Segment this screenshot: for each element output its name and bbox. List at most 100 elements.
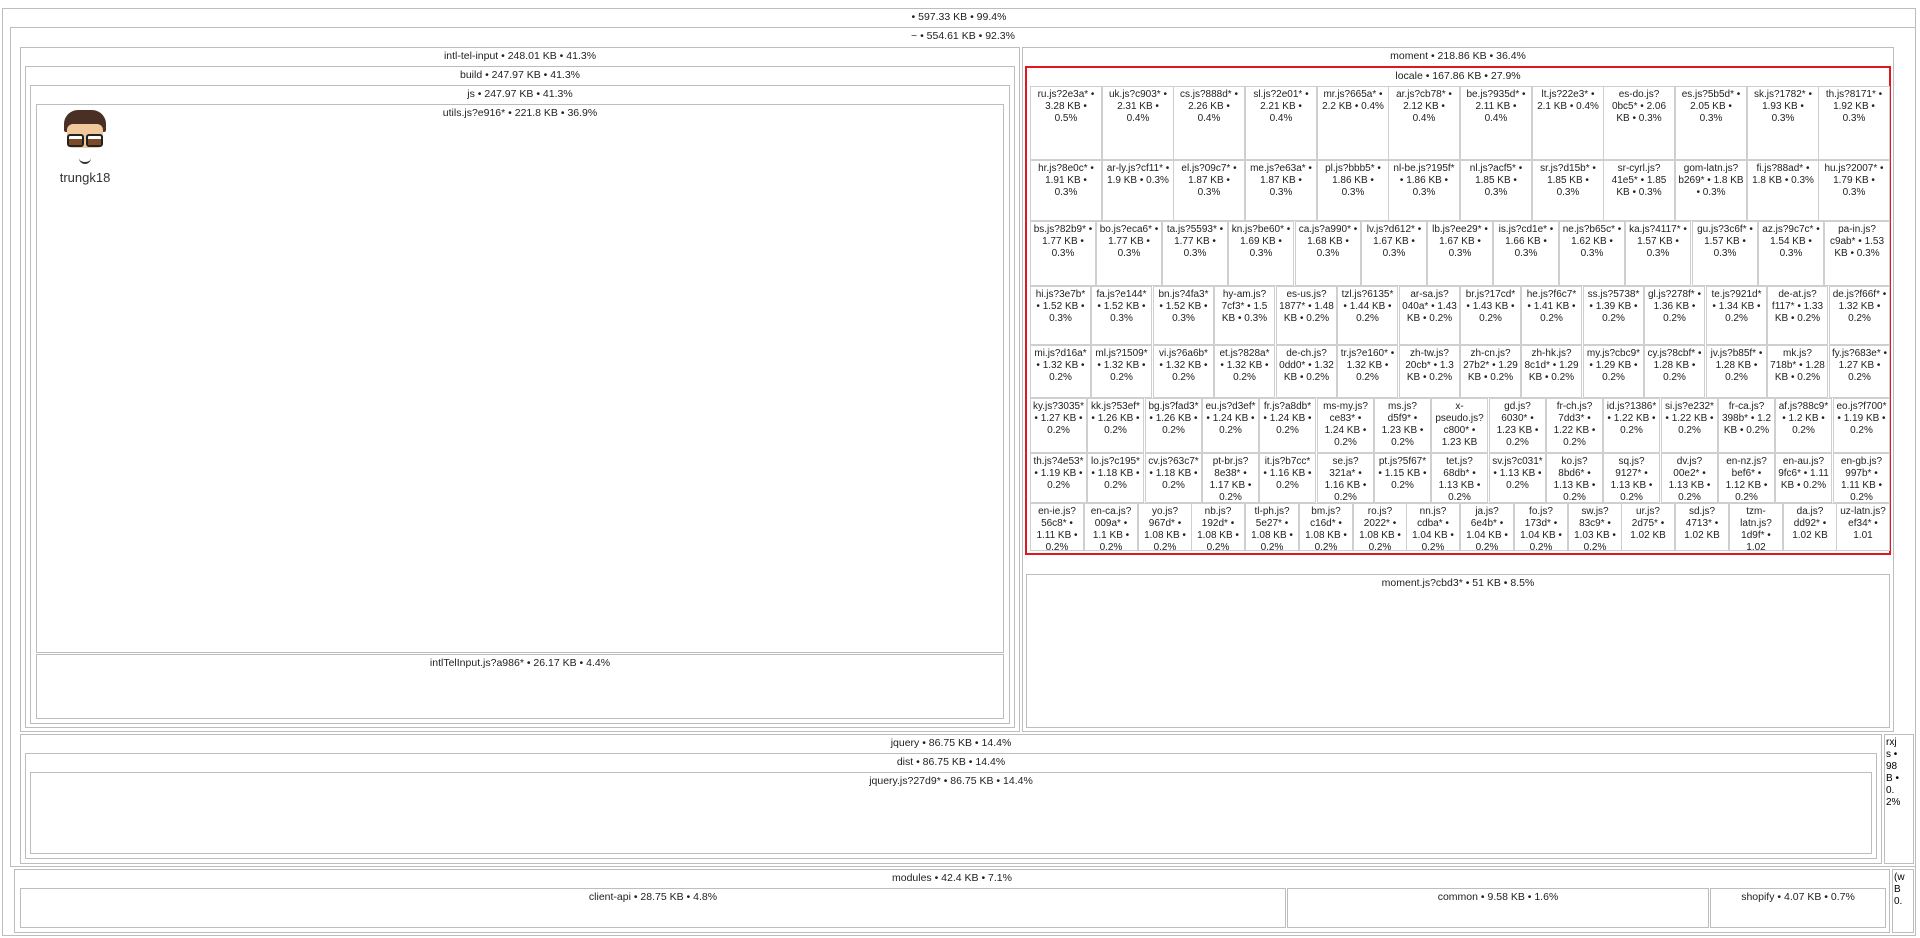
- client-api-node[interactable]: client-api • 28.75 KB • 4.8%: [20, 888, 1286, 928]
- locale-file-cell[interactable]: nb.js?192d* • 1.08 KB • 0.2%: [1191, 503, 1245, 551]
- locale-file-cell[interactable]: de-at.js?f117* • 1.33 KB • 0.2%: [1767, 286, 1828, 345]
- locale-file-cell[interactable]: nl.js?acf5* • 1.85 KB • 0.3%: [1460, 160, 1532, 221]
- locale-file-cell[interactable]: ro.js?2022* • 1.08 KB • 0.2%: [1353, 503, 1407, 551]
- locale-file-cell[interactable]: cy.js?8cbf* • 1.28 KB • 0.2%: [1644, 345, 1705, 398]
- locale-file-cell[interactable]: bg.js?fad3* • 1.26 KB • 0.2%: [1145, 398, 1202, 453]
- locale-file-cell[interactable]: pl.js?bbb5* • 1.86 KB • 0.3%: [1317, 160, 1389, 221]
- locale-file-cell[interactable]: hr.js?8e0c* • 1.91 KB • 0.3%: [1030, 160, 1102, 221]
- locale-file-cell[interactable]: en-ie.js?56c8* • 1.11 KB • 0.2%: [1030, 503, 1084, 551]
- rxjs-node[interactable]: rxjs • 98 B • 0.2%: [1884, 734, 1914, 864]
- locale-file-cell[interactable]: lo.js?c195* • 1.18 KB • 0.2%: [1087, 453, 1144, 503]
- locale-file-cell[interactable]: tzl.js?6135* • 1.44 KB • 0.2%: [1337, 286, 1398, 345]
- locale-file-cell[interactable]: cs.js?888d* • 2.26 KB • 0.4%: [1173, 86, 1245, 160]
- intltelinput-node[interactable]: intlTelInput.js?a986* • 26.17 KB • 4.4%: [36, 654, 1004, 719]
- locale-file-cell[interactable]: sk.js?1782* • 1.93 KB • 0.3%: [1747, 86, 1819, 160]
- locale-file-cell[interactable]: es.js?5b5d* • 2.05 KB • 0.3%: [1675, 86, 1747, 160]
- locale-file-cell[interactable]: tet.js?68db* • 1.13 KB • 0.2%: [1431, 453, 1488, 503]
- locale-file-cell[interactable]: da.js?dd92* • 1.02 KB: [1783, 503, 1837, 551]
- locale-file-cell[interactable]: ml.js?1509* • 1.32 KB • 0.2%: [1091, 345, 1152, 398]
- moment-js-node[interactable]: moment.js?cbd3* • 51 KB • 8.5%: [1026, 574, 1890, 728]
- locale-file-cell[interactable]: be.js?935d* • 2.11 KB • 0.4%: [1460, 86, 1532, 160]
- locale-file-cell[interactable]: en-au.js?9fc6* • 1.11 KB • 0.2%: [1775, 453, 1832, 503]
- locale-file-cell[interactable]: dv.js?00e2* • 1.13 KB • 0.2%: [1661, 453, 1718, 503]
- locale-file-cell[interactable]: x-pseudo.js?c800* • 1.23 KB: [1431, 398, 1488, 453]
- locale-file-cell[interactable]: si.js?e232* • 1.22 KB • 0.2%: [1661, 398, 1718, 453]
- locale-file-cell[interactable]: pt-br.js?8e38* • 1.17 KB • 0.2%: [1202, 453, 1259, 503]
- locale-file-cell[interactable]: nl-be.js?195f* • 1.86 KB • 0.3%: [1388, 160, 1460, 221]
- utils-node[interactable]: utils.js?e916* • 221.8 KB • 36.9%: [36, 104, 1004, 653]
- locale-file-cell[interactable]: fr-ca.js?398b* • 1.2 KB • 0.2%: [1718, 398, 1775, 453]
- locale-file-cell[interactable]: it.js?b7cc* • 1.16 KB • 0.2%: [1259, 453, 1316, 503]
- locale-file-cell[interactable]: ms-my.js?ce83* • 1.24 KB • 0.2%: [1317, 398, 1374, 453]
- locale-file-cell[interactable]: nn.js?cdba* • 1.04 KB • 0.2%: [1406, 503, 1460, 551]
- locale-file-cell[interactable]: sr-cyrl.js?41e5* • 1.85 KB • 0.3%: [1603, 160, 1675, 221]
- locale-file-cell[interactable]: de.js?f66f* • 1.32 KB • 0.2%: [1829, 286, 1890, 345]
- locale-file-cell[interactable]: fi.js?88ad* • 1.8 KB • 0.3%: [1747, 160, 1819, 221]
- locale-file-cell[interactable]: sv.js?c031* • 1.13 KB • 0.2%: [1489, 453, 1546, 503]
- locale-file-cell[interactable]: ms.js?d5f9* • 1.23 KB • 0.2%: [1374, 398, 1431, 453]
- locale-file-cell[interactable]: et.js?828a* • 1.32 KB • 0.2%: [1214, 345, 1275, 398]
- locale-file-cell[interactable]: sr.js?d15b* • 1.85 KB • 0.3%: [1532, 160, 1604, 221]
- locale-file-cell[interactable]: ta.js?5593* • 1.77 KB • 0.3%: [1162, 221, 1228, 286]
- locale-file-cell[interactable]: he.js?f6c7* • 1.41 KB • 0.2%: [1521, 286, 1582, 345]
- locale-file-cell[interactable]: ky.js?3035* • 1.27 KB • 0.2%: [1030, 398, 1087, 453]
- locale-file-cell[interactable]: bn.js?4fa3* • 1.52 KB • 0.3%: [1153, 286, 1214, 345]
- locale-file-cell[interactable]: fr.js?a8db* • 1.24 KB • 0.2%: [1259, 398, 1316, 453]
- locale-file-cell[interactable]: es-do.js?0bc5* • 2.06 KB • 0.3%: [1603, 86, 1675, 160]
- locale-file-cell[interactable]: cv.js?63c7* • 1.18 KB • 0.2%: [1145, 453, 1202, 503]
- locale-file-cell[interactable]: bo.js?eca6* • 1.77 KB • 0.3%: [1096, 221, 1162, 286]
- locale-file-cell[interactable]: gl.js?278f* • 1.36 KB • 0.2%: [1644, 286, 1705, 345]
- shopify-node[interactable]: shopify • 4.07 KB • 0.7%: [1710, 888, 1886, 928]
- locale-file-cell[interactable]: my.js?cbc9* • 1.29 KB • 0.2%: [1583, 345, 1644, 398]
- jquery-js-node[interactable]: jquery.js?27d9* • 86.75 KB • 14.4%: [30, 772, 1872, 854]
- locale-file-cell[interactable]: ss.js?5738* • 1.39 KB • 0.2%: [1583, 286, 1644, 345]
- locale-file-cell[interactable]: kn.js?be60* • 1.69 KB • 0.3%: [1228, 221, 1294, 286]
- locale-file-cell[interactable]: ko.js?8bd6* • 1.13 KB • 0.2%: [1546, 453, 1603, 503]
- locale-file-cell[interactable]: af.js?88c9* • 1.2 KB • 0.2%: [1775, 398, 1832, 453]
- locale-file-cell[interactable]: bs.js?82b9* • 1.77 KB • 0.3%: [1030, 221, 1096, 286]
- locale-file-cell[interactable]: ar-sa.js?040a* • 1.43 KB • 0.2%: [1399, 286, 1460, 345]
- locale-file-cell[interactable]: ur.js?2d75* • 1.02 KB: [1621, 503, 1675, 551]
- locale-file-cell[interactable]: uz-latn.js?ef34* • 1.01: [1836, 503, 1890, 551]
- locale-file-cell[interactable]: ka.js?4117* • 1.57 KB • 0.3%: [1625, 221, 1691, 286]
- locale-file-cell[interactable]: jv.js?b85f* • 1.28 KB • 0.2%: [1706, 345, 1767, 398]
- locale-file-cell[interactable]: sq.js?9127* • 1.13 KB • 0.2%: [1603, 453, 1660, 503]
- locale-file-cell[interactable]: me.js?e63a* • 1.87 KB • 0.3%: [1245, 160, 1317, 221]
- locale-file-cell[interactable]: zh-tw.js?20cb* • 1.3 KB • 0.2%: [1399, 345, 1460, 398]
- locale-file-cell[interactable]: pa-in.js?c9ab* • 1.53 KB • 0.3%: [1824, 221, 1890, 286]
- locale-file-cell[interactable]: se.js?321a* • 1.16 KB • 0.2%: [1317, 453, 1374, 503]
- locale-file-cell[interactable]: tl-ph.js?5e27* • 1.08 KB • 0.2%: [1245, 503, 1299, 551]
- locale-file-cell[interactable]: de-ch.js?0dd0* • 1.32 KB • 0.2%: [1276, 345, 1337, 398]
- locale-file-cell[interactable]: en-ca.js?009a* • 1.1 KB • 0.2%: [1084, 503, 1138, 551]
- locale-file-cell[interactable]: mr.js?665a* • 2.2 KB • 0.4%: [1317, 86, 1389, 160]
- locale-file-cell[interactable]: eu.js?d3ef* • 1.24 KB • 0.2%: [1202, 398, 1259, 453]
- locale-file-cell[interactable]: ja.js?6e4b* • 1.04 KB • 0.2%: [1460, 503, 1514, 551]
- locale-file-cell[interactable]: id.js?1386* • 1.22 KB • 0.2%: [1603, 398, 1660, 453]
- locale-file-cell[interactable]: gu.js?3c6f* • 1.57 KB • 0.3%: [1692, 221, 1758, 286]
- locale-file-cell[interactable]: hu.js?2007* • 1.79 KB • 0.3%: [1818, 160, 1890, 221]
- locale-file-cell[interactable]: kk.js?53ef* • 1.26 KB • 0.2%: [1087, 398, 1144, 453]
- locale-file-cell[interactable]: te.js?921d* • 1.34 KB • 0.2%: [1706, 286, 1767, 345]
- locale-file-cell[interactable]: fr-ch.js?7dd3* • 1.22 KB • 0.2%: [1546, 398, 1603, 453]
- locale-file-cell[interactable]: br.js?17cd* • 1.43 KB • 0.2%: [1460, 286, 1521, 345]
- locale-file-cell[interactable]: vi.js?6a6b* • 1.32 KB • 0.2%: [1153, 345, 1214, 398]
- locale-file-cell[interactable]: pt.js?5f67* • 1.15 KB • 0.2%: [1374, 453, 1431, 503]
- locale-file-cell[interactable]: uk.js?c903* • 2.31 KB • 0.4%: [1102, 86, 1174, 160]
- locale-file-cell[interactable]: gom-latn.js?b269* • 1.8 KB • 0.3%: [1675, 160, 1747, 221]
- locale-file-cell[interactable]: zh-cn.js?27b2* • 1.29 KB • 0.2%: [1460, 345, 1521, 398]
- locale-file-cell[interactable]: lt.js?22e3* • 2.1 KB • 0.4%: [1532, 86, 1604, 160]
- locale-file-cell[interactable]: bm.js?c16d* • 1.08 KB • 0.2%: [1299, 503, 1353, 551]
- locale-file-cell[interactable]: zh-hk.js?8c1d* • 1.29 KB • 0.2%: [1521, 345, 1582, 398]
- locale-file-cell[interactable]: yo.js?967d* • 1.08 KB • 0.2%: [1138, 503, 1192, 551]
- locale-file-cell[interactable]: tzm-latn.js?1d9f* • 1.02: [1729, 503, 1783, 551]
- locale-file-cell[interactable]: tr.js?e160* • 1.32 KB • 0.2%: [1337, 345, 1398, 398]
- locale-node[interactable]: locale • 167.86 KB • 27.9% ru.js?2e3a* •…: [1025, 66, 1891, 555]
- locale-file-cell[interactable]: hi.js?3e7b* • 1.52 KB • 0.3%: [1030, 286, 1091, 345]
- locale-file-cell[interactable]: ar-ly.js?cf11* • 1.9 KB • 0.3%: [1102, 160, 1174, 221]
- locale-file-cell[interactable]: ar.js?cb78* • 2.12 KB • 0.4%: [1388, 86, 1460, 160]
- locale-file-cell[interactable]: el.js?09c7* • 1.87 KB • 0.3%: [1173, 160, 1245, 221]
- locale-file-cell[interactable]: mi.js?d16a* • 1.32 KB • 0.2%: [1030, 345, 1091, 398]
- locale-file-cell[interactable]: az.js?9c7c* • 1.54 KB • 0.3%: [1758, 221, 1824, 286]
- locale-file-cell[interactable]: lb.js?ee29* • 1.67 KB • 0.3%: [1427, 221, 1493, 286]
- locale-file-cell[interactable]: th.js?4e53* • 1.19 KB • 0.2%: [1030, 453, 1087, 503]
